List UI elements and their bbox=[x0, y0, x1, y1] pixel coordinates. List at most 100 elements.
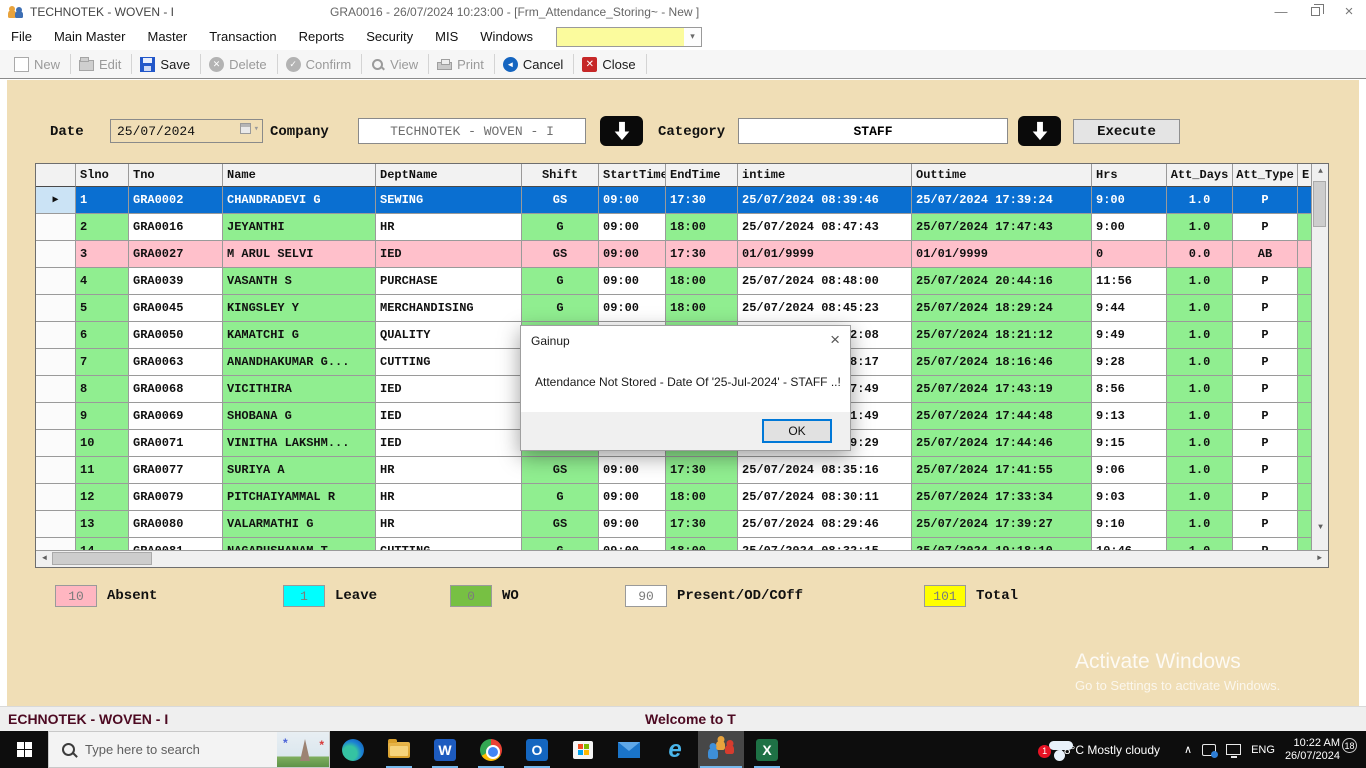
column-header-hrs[interactable]: Hrs bbox=[1092, 164, 1167, 187]
confirm-button[interactable]: ✓Confirm bbox=[278, 52, 362, 76]
cell[interactable]: 17:30 bbox=[666, 241, 738, 268]
cell[interactable]: VINITHA LAKSHM... bbox=[223, 430, 376, 457]
cell[interactable]: M ARUL SELVI bbox=[223, 241, 376, 268]
cell[interactable]: SHOBANA G bbox=[223, 403, 376, 430]
cell[interactable]: 25/07/2024 08:29:46 bbox=[738, 511, 912, 538]
cell[interactable]: 25/07/2024 08:39:46 bbox=[738, 187, 912, 214]
cell[interactable]: GRA0016 bbox=[129, 214, 223, 241]
cell[interactable] bbox=[1298, 268, 1311, 295]
start-button[interactable] bbox=[0, 731, 48, 768]
cell[interactable]: 9:00 bbox=[1092, 214, 1167, 241]
cell[interactable]: MERCHANDISING bbox=[376, 295, 522, 322]
cell[interactable]: SEWING bbox=[376, 187, 522, 214]
menu-reports[interactable]: Reports bbox=[288, 24, 356, 49]
menu-file[interactable]: File bbox=[0, 24, 43, 49]
cell[interactable]: 9:44 bbox=[1092, 295, 1167, 322]
delete-button[interactable]: ✕Delete bbox=[201, 52, 277, 76]
cell[interactable]: 01/01/9999 bbox=[738, 241, 912, 268]
cell[interactable]: 11:56 bbox=[1092, 268, 1167, 295]
cell[interactable]: 8:56 bbox=[1092, 376, 1167, 403]
cell[interactable]: IED bbox=[376, 376, 522, 403]
internet-explorer-icon[interactable]: e bbox=[652, 731, 698, 768]
column-header-intime[interactable]: intime bbox=[738, 164, 912, 187]
cell[interactable]: GRA0063 bbox=[129, 349, 223, 376]
table-row[interactable]: 3GRA0027M ARUL SELVIIEDGS09:0017:3001/01… bbox=[36, 241, 1311, 268]
cell[interactable]: GRA0068 bbox=[129, 376, 223, 403]
cell[interactable]: GRA0077 bbox=[129, 457, 223, 484]
horizontal-scrollbar[interactable]: ◄ ► bbox=[36, 550, 1328, 567]
cell[interactable]: 9:10 bbox=[1092, 511, 1167, 538]
cell[interactable]: 9:15 bbox=[1092, 430, 1167, 457]
cell[interactable]: HR bbox=[376, 484, 522, 511]
cell[interactable]: 09:00 bbox=[599, 187, 666, 214]
cell[interactable]: 1.0 bbox=[1167, 187, 1233, 214]
cell[interactable]: GS bbox=[522, 241, 599, 268]
cell[interactable]: 25/07/2024 18:16:46 bbox=[912, 349, 1092, 376]
column-header-outtime[interactable]: Outtime bbox=[912, 164, 1092, 187]
column-header-deptname[interactable]: DeptName bbox=[376, 164, 522, 187]
row-header[interactable] bbox=[36, 430, 76, 457]
outlook-icon[interactable]: O bbox=[514, 731, 560, 768]
company-input[interactable]: TECHNOTEK - WOVEN - I bbox=[358, 118, 586, 144]
cell[interactable]: 25/07/2024 18:29:24 bbox=[912, 295, 1092, 322]
cell[interactable]: 09:00 bbox=[599, 268, 666, 295]
cell[interactable]: 6 bbox=[76, 322, 129, 349]
cell[interactable]: 9:00 bbox=[1092, 187, 1167, 214]
company-lookup-button[interactable] bbox=[600, 116, 643, 146]
vertical-scroll-thumb[interactable] bbox=[1313, 181, 1326, 227]
language-indicator[interactable]: ENG bbox=[1251, 744, 1275, 756]
cell[interactable]: 8 bbox=[76, 376, 129, 403]
gainup-app-icon[interactable] bbox=[698, 731, 744, 768]
cell[interactable]: 09:00 bbox=[599, 457, 666, 484]
cell[interactable] bbox=[1298, 349, 1311, 376]
cell[interactable]: GRA0027 bbox=[129, 241, 223, 268]
edit-button[interactable]: Edit bbox=[71, 52, 131, 76]
row-header[interactable] bbox=[36, 376, 76, 403]
cell[interactable]: 9:49 bbox=[1092, 322, 1167, 349]
cell[interactable]: 09:00 bbox=[599, 214, 666, 241]
cell[interactable]: 1.0 bbox=[1167, 511, 1233, 538]
cell[interactable]: 4 bbox=[76, 268, 129, 295]
cell[interactable] bbox=[1298, 484, 1311, 511]
cell[interactable]: JEYANTHI bbox=[223, 214, 376, 241]
column-header-att_type[interactable]: Att_Type bbox=[1233, 164, 1298, 187]
column-header-att_days[interactable]: Att_Days bbox=[1167, 164, 1233, 187]
cell[interactable] bbox=[1298, 322, 1311, 349]
cell[interactable]: 17:30 bbox=[666, 187, 738, 214]
microsoft-store-icon[interactable] bbox=[560, 731, 606, 768]
table-row[interactable]: 11GRA0077SURIYA AHRGS09:0017:3025/07/202… bbox=[36, 457, 1311, 484]
cell[interactable]: P bbox=[1233, 295, 1298, 322]
cell[interactable]: 09:00 bbox=[599, 295, 666, 322]
table-row[interactable]: 5GRA0045KINGSLEY YMERCHANDISINGG09:0018:… bbox=[36, 295, 1311, 322]
cell[interactable]: IED bbox=[376, 241, 522, 268]
sync-tray-icon[interactable] bbox=[1202, 744, 1216, 756]
cell[interactable]: 09:00 bbox=[599, 484, 666, 511]
cell[interactable]: P bbox=[1233, 457, 1298, 484]
cell[interactable]: 25/07/2024 08:45:23 bbox=[738, 295, 912, 322]
cell[interactable]: CUTTING bbox=[376, 349, 522, 376]
column-header-tno[interactable]: Tno bbox=[129, 164, 223, 187]
cell[interactable]: ANANDHAKUMAR G... bbox=[223, 349, 376, 376]
cell[interactable] bbox=[1298, 376, 1311, 403]
cell[interactable]: GRA0071 bbox=[129, 430, 223, 457]
scroll-down-icon[interactable]: ▼ bbox=[1312, 520, 1329, 535]
cell[interactable]: 1.0 bbox=[1167, 214, 1233, 241]
cancel-button[interactable]: ◄Cancel bbox=[495, 52, 573, 76]
cell[interactable]: 1.0 bbox=[1167, 349, 1233, 376]
cell[interactable]: 25/07/2024 17:47:43 bbox=[912, 214, 1092, 241]
cell[interactable]: 25/07/2024 08:48:00 bbox=[738, 268, 912, 295]
cell[interactable]: 18:00 bbox=[666, 484, 738, 511]
taskbar-search[interactable]: Type here to search * * bbox=[48, 731, 330, 768]
cell[interactable]: 3 bbox=[76, 241, 129, 268]
row-header[interactable] bbox=[36, 214, 76, 241]
cell[interactable]: 7 bbox=[76, 349, 129, 376]
cell[interactable]: AB bbox=[1233, 241, 1298, 268]
cell[interactable]: 25/07/2024 17:41:55 bbox=[912, 457, 1092, 484]
cell[interactable]: HR bbox=[376, 214, 522, 241]
table-row[interactable]: 2GRA0016JEYANTHIHRG09:0018:0025/07/2024 … bbox=[36, 214, 1311, 241]
menu-master[interactable]: Master bbox=[136, 24, 198, 49]
vertical-scrollbar[interactable]: ▲ ▼ bbox=[1311, 164, 1328, 552]
cell[interactable]: GRA0002 bbox=[129, 187, 223, 214]
cell[interactable]: P bbox=[1233, 268, 1298, 295]
cell[interactable]: 1.0 bbox=[1167, 430, 1233, 457]
